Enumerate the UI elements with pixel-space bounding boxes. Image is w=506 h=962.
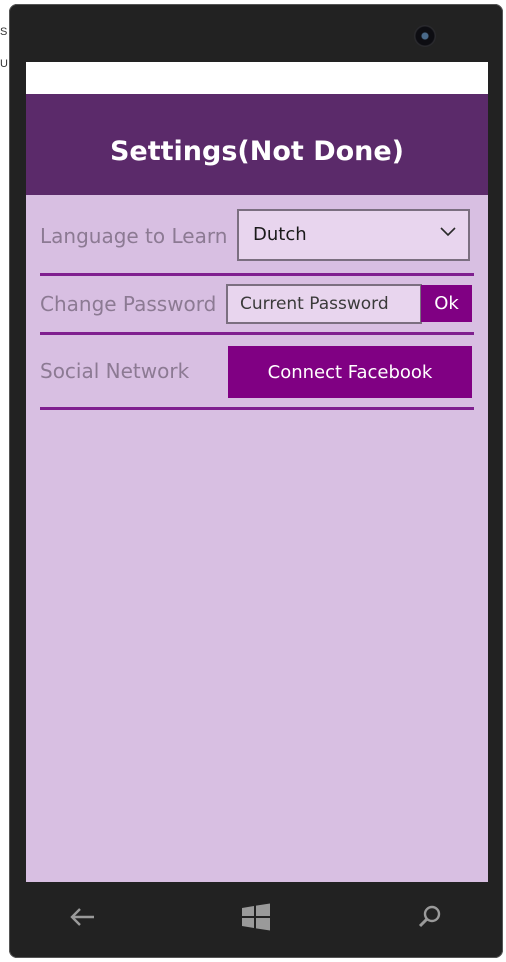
- chevron-down-icon: [440, 227, 456, 237]
- background-text-fragment: S: [0, 26, 8, 38]
- password-label: Change Password: [40, 292, 217, 316]
- social-network-label: Social Network: [40, 359, 190, 383]
- search-icon[interactable]: [413, 900, 447, 934]
- row-divider: [40, 332, 474, 335]
- connect-facebook-button[interactable]: Connect Facebook: [228, 346, 472, 398]
- status-bar: [26, 62, 488, 94]
- camera-icon: [414, 25, 436, 47]
- language-select[interactable]: Dutch: [237, 209, 470, 261]
- page-title: Settings(Not Done): [109, 136, 405, 167]
- background-text-fragment: U: [0, 58, 8, 70]
- phone-nav-bar: [26, 882, 488, 952]
- ok-button[interactable]: Ok: [421, 285, 472, 322]
- back-arrow-icon[interactable]: [66, 900, 100, 934]
- language-label: Language to Learn: [40, 224, 228, 248]
- language-selected-value: Dutch: [253, 224, 307, 245]
- app-screen: Settings(Not Done) Language to Learn Dut…: [26, 62, 488, 882]
- windows-logo-icon[interactable]: [239, 900, 273, 934]
- current-password-input[interactable]: [226, 284, 422, 324]
- row-divider: [40, 407, 474, 410]
- app-header: Settings(Not Done): [26, 94, 488, 195]
- row-divider: [40, 273, 474, 276]
